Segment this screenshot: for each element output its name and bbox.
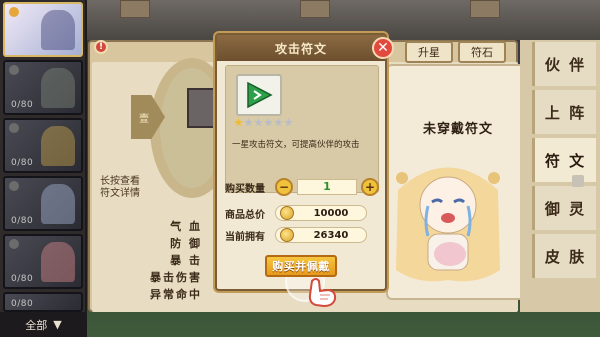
hint-line: 长按查看 — [100, 176, 140, 187]
hero-portrait — [41, 10, 75, 50]
scene-tile — [300, 0, 330, 18]
buy-and-equip-label: 购买并佩戴 — [272, 260, 330, 273]
gold-coin-icon — [280, 228, 294, 242]
quantity-value: 1 — [297, 179, 357, 195]
tab-label: 皮 肤 — [544, 247, 587, 266]
close-icon[interactable]: ✕ — [372, 37, 394, 59]
hero-shard-count: 0/80 — [11, 100, 34, 110]
increase-quantity-button[interactable]: + — [361, 178, 379, 196]
attack-rune-icon — [236, 74, 282, 116]
hero-shard-count: 0/80 — [11, 158, 34, 168]
stat-label: 暴击伤害 — [150, 271, 202, 284]
rune-level-label: 壹 — [139, 113, 149, 125]
modal-title: 攻击符文 — [274, 41, 327, 56]
hero-slot[interactable]: 0/80 — [3, 234, 83, 289]
star-empty-icon — [244, 118, 253, 127]
hero-slot[interactable]: 0/80 — [3, 60, 83, 115]
tab-spirit[interactable]: 御 灵 — [532, 186, 596, 230]
roster-filter-dropdown[interactable]: 全部 ▼ — [0, 312, 87, 337]
hero-roster: 0/80 0/80 0/80 0/80 0/80 — [0, 0, 87, 337]
long-press-hint: 长按查看 符文详情 — [100, 176, 140, 200]
tab-label: 符 文 — [544, 151, 587, 170]
tab-label: 上 阵 — [544, 103, 587, 122]
rune-description: 一星攻击符文，可提高伙伴的攻击 — [232, 140, 360, 150]
decrease-quantity-button[interactable]: − — [275, 178, 293, 196]
rune-stone-label: 符石 — [471, 46, 493, 59]
scene-tile — [120, 0, 150, 18]
tab-partner[interactable]: 伙 伴 — [532, 42, 596, 86]
hint-line: 符文详情 — [100, 188, 140, 199]
rune-stone-button[interactable]: 符石 — [458, 41, 506, 63]
rune-glyph — [247, 81, 273, 109]
upgrade-star-button[interactable]: 升星 — [405, 41, 453, 63]
stat-list: 气 血 防 御 暴 击 暴击伤害 异常命中 — [92, 218, 212, 303]
total-price-label: 商品总价 — [225, 209, 265, 221]
pointing-hand-icon — [308, 278, 337, 307]
tab-label: 伙 伴 — [544, 55, 587, 74]
total-price-row: 商品总价 10000 — [225, 203, 381, 223]
gold-coin-icon — [280, 206, 294, 220]
hero-shard-count: 0/80 — [11, 274, 34, 284]
bell-icon[interactable] — [572, 175, 584, 187]
tab-skin[interactable]: 皮 肤 — [532, 234, 596, 278]
rune-star-rating — [234, 118, 293, 127]
tab-label: 御 灵 — [544, 199, 587, 218]
rune-info-card: 一星攻击符文，可提高伙伴的攻击 — [225, 65, 379, 193]
hero-mini-portrait — [187, 88, 215, 128]
star-empty-icon — [264, 118, 273, 127]
star-empty-icon — [274, 118, 283, 127]
star-filled-icon — [234, 118, 243, 127]
hero-portrait — [41, 184, 75, 224]
total-price-value: 10000 — [313, 207, 349, 219]
hero-shard-count: 0/80 — [11, 299, 34, 309]
hero-portrait — [41, 126, 75, 166]
side-tabs: 伙 伴 上 阵 符 文 御 灵 皮 肤 — [520, 40, 600, 312]
star-empty-icon — [254, 118, 263, 127]
hero-portrait — [41, 242, 75, 282]
star-badge-icon — [9, 7, 19, 17]
hero-slot[interactable]: 0/80 — [3, 176, 83, 231]
triangle-down-icon: ▼ — [53, 318, 62, 331]
star-badge-icon — [9, 239, 19, 249]
chibi-character-illustration — [396, 167, 500, 282]
hero-slot[interactable]: 0/80 — [3, 118, 83, 173]
rune-purchase-modal: 攻击符文 一星攻击符文，可提高伙伴的攻击 购买数量 − 1 + 商品总价 100… — [215, 33, 387, 291]
stat-label: 防 御 — [170, 237, 202, 250]
game-screen: 0/80 0/80 0/80 0/80 0/80 全部 ▼ ! 壹 长按查看 符… — [0, 0, 600, 337]
hero-shard-count: 0/80 — [11, 216, 34, 226]
alert-icon[interactable]: ! — [94, 40, 108, 54]
star-empty-icon — [284, 118, 293, 127]
filter-label: 全部 — [25, 318, 48, 332]
owned-row: 当前拥有 26340 — [225, 225, 381, 245]
buy-and-equip-button[interactable]: 购买并佩戴 — [265, 255, 337, 277]
quantity-label: 购买数量 — [225, 183, 265, 195]
stat-label: 异常命中 — [150, 288, 202, 301]
quantity-row: 购买数量 − 1 + — [225, 177, 381, 197]
hero-portrait — [41, 68, 75, 108]
empty-slot-title: 未穿戴符文 — [422, 122, 493, 137]
hero-slot[interactable]: 0/80 — [3, 292, 83, 312]
owned-field: 26340 — [275, 227, 367, 243]
scene-tile — [470, 0, 500, 18]
stat-label: 暴 击 — [170, 254, 202, 267]
tab-rune[interactable]: 符 文 — [532, 138, 596, 182]
star-badge-icon — [9, 65, 19, 75]
owned-value: 26340 — [313, 229, 349, 241]
stat-label: 气 血 — [170, 220, 202, 233]
upgrade-star-label: 升星 — [418, 46, 440, 59]
hero-slot-selected[interactable] — [3, 2, 83, 57]
modal-header: 攻击符文 — [217, 35, 385, 61]
total-price-field: 10000 — [275, 205, 367, 221]
star-badge-icon — [9, 181, 19, 191]
tab-deploy[interactable]: 上 阵 — [532, 90, 596, 134]
star-badge-icon — [9, 123, 19, 133]
owned-label: 当前拥有 — [225, 231, 265, 243]
